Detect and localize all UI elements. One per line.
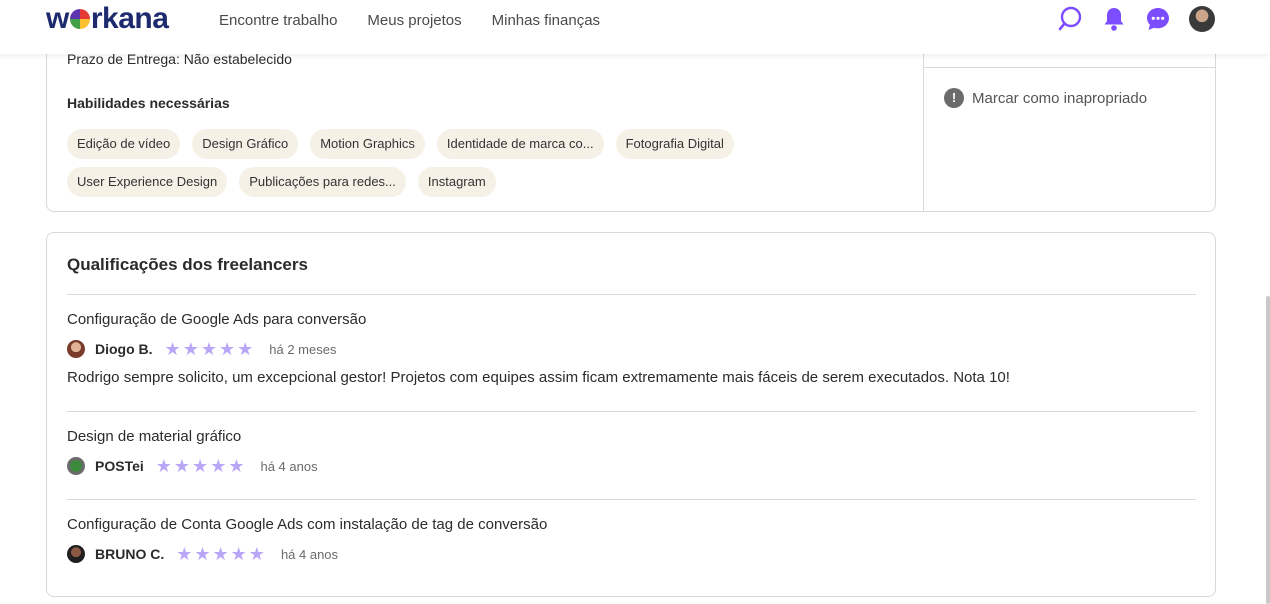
nav-my-finances[interactable]: Minhas finanças bbox=[492, 12, 600, 29]
top-navbar: w rkana Encontre trabalho Meus projetos M… bbox=[0, 0, 1270, 54]
qualification-project-title[interactable]: Design de material gráfico bbox=[67, 428, 1196, 448]
review-time: há 4 anos bbox=[260, 458, 318, 474]
qualifications-title: Qualificações dos freelancers bbox=[67, 255, 308, 274]
reviewer-row: BRUNO C. ★ ★ ★ ★ ★ há 4 anos bbox=[67, 544, 1196, 564]
search-icon[interactable] bbox=[1057, 6, 1083, 32]
main-nav: Encontre trabalho Meus projetos Minhas f… bbox=[219, 12, 600, 29]
report-label: Marcar como inapropriado bbox=[972, 89, 1148, 107]
qualification-item: Configuração de Google Ads para conversã… bbox=[67, 311, 1196, 386]
star-icon: ★ bbox=[176, 544, 193, 564]
nav-my-projects[interactable]: Meus projetos bbox=[367, 12, 461, 29]
reviewer-avatar bbox=[67, 340, 85, 358]
qualification-project-title[interactable]: Configuração de Conta Google Ads com ins… bbox=[67, 516, 1196, 536]
star-icon: ★ bbox=[230, 544, 247, 564]
star-icon: ★ bbox=[248, 544, 265, 564]
skill-chip[interactable]: Edição de vídeo bbox=[67, 129, 181, 159]
reviewer-row: Diogo B. ★ ★ ★ ★ ★ há 2 meses bbox=[67, 339, 1196, 359]
rating-stars: ★ ★ ★ ★ ★ bbox=[165, 340, 254, 358]
star-icon: ★ bbox=[194, 544, 211, 564]
skill-chip[interactable]: User Experience Design bbox=[67, 167, 228, 197]
skill-chip[interactable]: Fotografia Digital bbox=[615, 129, 734, 159]
reviewer-name[interactable]: Diogo B. bbox=[95, 341, 153, 357]
qualification-item: Design de material gráfico POSTei ★ ★ ★ ★ ★ … bbox=[67, 428, 1196, 476]
reviewer-name[interactable]: POSTei bbox=[95, 458, 144, 474]
rating-stars: ★ ★ ★ ★ ★ bbox=[156, 457, 245, 475]
messages-chat-icon[interactable] bbox=[1145, 6, 1171, 32]
star-icon: ★ bbox=[228, 456, 245, 476]
divider bbox=[67, 294, 1196, 295]
reviewer-row: POSTei ★ ★ ★ ★ ★ há 4 anos bbox=[67, 456, 1196, 476]
reviewer-avatar bbox=[67, 545, 85, 563]
star-icon: ★ bbox=[164, 339, 181, 359]
skill-chip[interactable]: Identidade de marca co... bbox=[436, 129, 604, 159]
freelancer-qualifications-card: Qualificações dos freelancers Configuraç… bbox=[46, 232, 1216, 597]
user-avatar[interactable] bbox=[1189, 6, 1215, 32]
star-icon: ★ bbox=[173, 456, 191, 476]
divider bbox=[67, 411, 1196, 412]
header-actions bbox=[1057, 6, 1215, 32]
skill-chip[interactable]: Design Gráfico bbox=[192, 129, 299, 159]
page-scrollbar[interactable] bbox=[1266, 296, 1270, 604]
star-icon: ★ bbox=[200, 339, 217, 359]
star-icon: ★ bbox=[192, 456, 209, 476]
notifications-bell-icon[interactable] bbox=[1101, 6, 1127, 32]
exclamation-icon: ! bbox=[944, 88, 964, 108]
qualification-item: Configuração de Conta Google Ads com ins… bbox=[67, 516, 1196, 564]
star-icon: ★ bbox=[182, 339, 199, 359]
review-comment: Rodrigo sempre solicito, um excepcional … bbox=[67, 369, 1010, 386]
skills-list: Edição de vídeo Design Gráfico Motion Gr… bbox=[67, 129, 787, 197]
star-icon: ★ bbox=[237, 339, 254, 359]
star-icon: ★ bbox=[218, 339, 236, 359]
skill-chip[interactable]: Motion Graphics bbox=[310, 129, 425, 159]
review-time: há 2 meses bbox=[269, 341, 337, 357]
star-icon: ★ bbox=[212, 544, 229, 564]
required-skills-title: Habilidades necessárias bbox=[67, 95, 230, 111]
star-icon: ★ bbox=[155, 456, 172, 476]
skill-chip[interactable]: Instagram bbox=[417, 167, 496, 197]
sidebar-divider bbox=[924, 67, 1216, 68]
star-icon: ★ bbox=[210, 456, 227, 476]
skill-chip[interactable]: Publicações para redes... bbox=[239, 167, 406, 197]
report-inappropriate-link[interactable]: ! Marcar como inapropriado bbox=[944, 88, 1147, 108]
nav-find-work[interactable]: Encontre trabalho bbox=[219, 12, 337, 29]
review-time: há 4 anos bbox=[280, 546, 339, 562]
qualification-project-title[interactable]: Configuração de Google Ads para conversã… bbox=[67, 311, 1196, 331]
reviewer-avatar bbox=[67, 457, 85, 475]
rating-stars: ★ ★ ★ ★ ★ bbox=[176, 545, 265, 563]
divider bbox=[67, 499, 1196, 500]
reviewer-name[interactable]: BRUNO C. bbox=[95, 546, 164, 562]
workana-logo[interactable]: w rkana bbox=[46, 2, 169, 36]
